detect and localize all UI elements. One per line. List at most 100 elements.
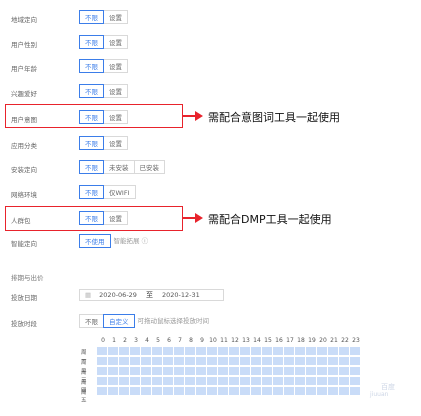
time-cell[interactable] <box>229 387 240 396</box>
time-cell[interactable] <box>350 357 361 366</box>
time-cell[interactable] <box>317 357 328 366</box>
time-cell[interactable] <box>339 367 350 376</box>
time-cell[interactable] <box>152 387 163 396</box>
time-cell[interactable] <box>284 377 295 386</box>
time-cell[interactable] <box>339 357 350 366</box>
time-cell[interactable] <box>119 377 130 386</box>
time-cell[interactable] <box>141 357 152 366</box>
time-cell[interactable] <box>108 347 119 356</box>
time-cell[interactable] <box>207 377 218 386</box>
time-cell[interactable] <box>196 377 207 386</box>
time-cell[interactable] <box>350 387 361 396</box>
time-cell[interactable] <box>174 357 185 366</box>
time-cell[interactable] <box>284 347 295 356</box>
time-cell[interactable] <box>108 357 119 366</box>
option-wifi-only[interactable]: 仅WIFI <box>103 185 136 199</box>
time-cell[interactable] <box>229 357 240 366</box>
time-cell[interactable] <box>251 377 262 386</box>
time-cell[interactable] <box>295 387 306 396</box>
time-cell[interactable] <box>130 377 141 386</box>
option-unlimited[interactable]: 不限 <box>79 211 104 225</box>
time-cell[interactable] <box>328 367 339 376</box>
time-cell[interactable] <box>97 387 108 396</box>
time-cell[interactable] <box>141 347 152 356</box>
option-unlimited[interactable]: 不限 <box>79 185 104 199</box>
option-unlimited[interactable]: 不限 <box>79 160 104 174</box>
option-set[interactable]: 设置 <box>103 35 128 49</box>
time-cell[interactable] <box>284 357 295 366</box>
time-cell[interactable] <box>262 357 273 366</box>
time-cell[interactable] <box>273 387 284 396</box>
time-cell[interactable] <box>218 377 229 386</box>
time-cell[interactable] <box>251 357 262 366</box>
option-unlimited[interactable]: 不限 <box>79 84 104 98</box>
time-cell[interactable] <box>240 357 251 366</box>
time-cell[interactable] <box>284 367 295 376</box>
time-cell[interactable] <box>262 377 273 386</box>
time-cell[interactable] <box>163 367 174 376</box>
time-cell[interactable] <box>339 377 350 386</box>
time-cell[interactable] <box>306 387 317 396</box>
option-set[interactable]: 设置 <box>103 136 128 150</box>
option-unlimited[interactable]: 不限 <box>79 35 104 49</box>
time-cell[interactable] <box>295 377 306 386</box>
time-cell[interactable] <box>163 347 174 356</box>
time-cell[interactable] <box>306 367 317 376</box>
option-set[interactable]: 设置 <box>103 59 128 73</box>
time-cell[interactable] <box>251 367 262 376</box>
time-cell[interactable] <box>317 347 328 356</box>
time-cell[interactable] <box>152 357 163 366</box>
time-cell[interactable] <box>240 387 251 396</box>
time-cell[interactable] <box>141 387 152 396</box>
time-cell[interactable] <box>174 377 185 386</box>
time-cell[interactable] <box>350 377 361 386</box>
time-cell[interactable] <box>97 347 108 356</box>
time-cell[interactable] <box>229 367 240 376</box>
time-cell[interactable] <box>339 347 350 356</box>
time-cell[interactable] <box>119 387 130 396</box>
time-cell[interactable] <box>152 377 163 386</box>
time-cell[interactable] <box>185 357 196 366</box>
time-cell[interactable] <box>185 377 196 386</box>
time-cell[interactable] <box>218 347 229 356</box>
option-smart-expand[interactable]: 智能拓展 ⓘ <box>109 234 154 248</box>
time-cell[interactable] <box>350 367 361 376</box>
time-cell[interactable] <box>119 357 130 366</box>
time-cell[interactable] <box>196 367 207 376</box>
time-cell[interactable] <box>306 377 317 386</box>
time-cell[interactable] <box>119 347 130 356</box>
option-installed[interactable]: 已安装 <box>133 160 165 174</box>
time-cell[interactable] <box>196 357 207 366</box>
time-cell[interactable] <box>97 357 108 366</box>
time-cell[interactable] <box>207 367 218 376</box>
option-not-use[interactable]: 不使用 <box>79 234 111 248</box>
time-cell[interactable] <box>240 347 251 356</box>
time-cell[interactable] <box>130 387 141 396</box>
time-cell[interactable] <box>152 367 163 376</box>
time-cell[interactable] <box>185 387 196 396</box>
time-cell[interactable] <box>174 367 185 376</box>
option-unlimited[interactable]: 不限 <box>79 110 104 124</box>
time-cell[interactable] <box>251 347 262 356</box>
option-set[interactable]: 设置 <box>103 10 128 24</box>
date-range-picker[interactable]: ▦ 2020-06-29 至 2020-12-31 <box>79 289 224 301</box>
time-cell[interactable] <box>262 347 273 356</box>
time-cell[interactable] <box>207 347 218 356</box>
option-unlimited[interactable]: 不限 <box>79 59 104 73</box>
time-cell[interactable] <box>141 377 152 386</box>
time-cell[interactable] <box>273 347 284 356</box>
time-cell[interactable] <box>350 347 361 356</box>
time-cell[interactable] <box>328 347 339 356</box>
time-cell[interactable] <box>295 347 306 356</box>
time-cell[interactable] <box>306 347 317 356</box>
time-cell[interactable] <box>130 347 141 356</box>
time-cell[interactable] <box>317 387 328 396</box>
time-cell[interactable] <box>108 367 119 376</box>
time-cell[interactable] <box>141 367 152 376</box>
time-cell[interactable] <box>97 377 108 386</box>
time-cell[interactable] <box>108 377 119 386</box>
time-cell[interactable] <box>163 377 174 386</box>
time-cell[interactable] <box>130 357 141 366</box>
time-cell[interactable] <box>196 347 207 356</box>
time-cell[interactable] <box>207 387 218 396</box>
